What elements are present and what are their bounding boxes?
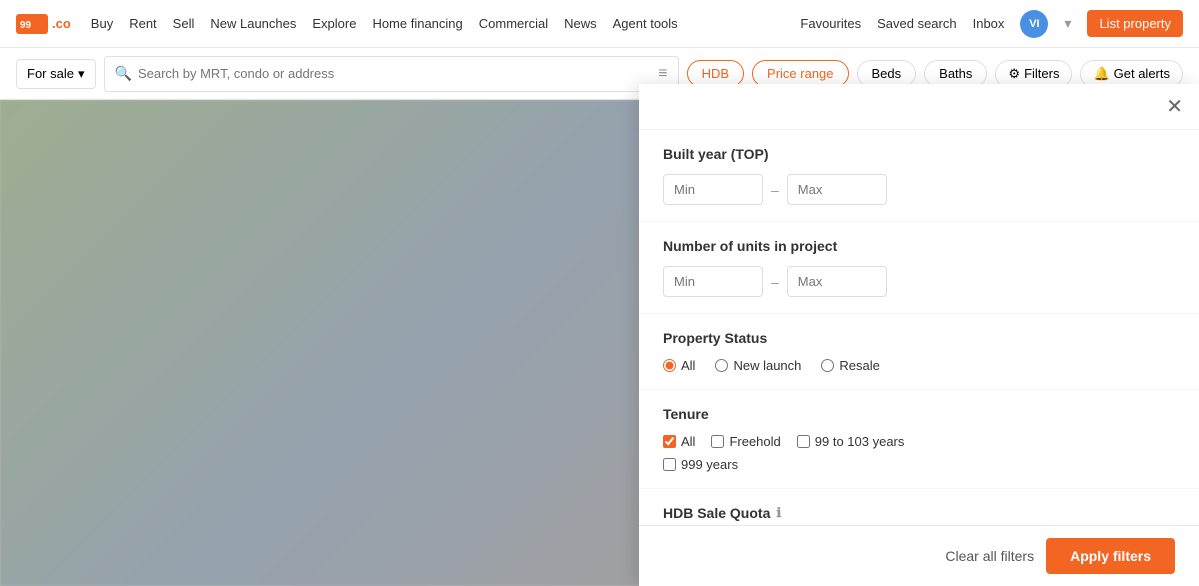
- units-label: Number of units in project: [663, 238, 1175, 254]
- built-year-max-input[interactable]: [787, 174, 887, 205]
- tenure-all-option[interactable]: All: [663, 434, 695, 449]
- bottom-action-bar: Clear all filters Apply filters: [639, 525, 1199, 586]
- units-section: Number of units in project –: [639, 222, 1199, 314]
- nav-commercial[interactable]: Commercial: [479, 16, 548, 31]
- filter-sliders-icon: ⚙: [1008, 66, 1020, 82]
- range-dash: –: [771, 182, 779, 198]
- nav-saved-search[interactable]: Saved search: [877, 16, 957, 31]
- tenure-all-label: All: [681, 434, 695, 449]
- svg-text:99: 99: [20, 20, 32, 31]
- price-range-pill-button[interactable]: Price range: [752, 60, 848, 87]
- units-min-input[interactable]: [663, 266, 763, 297]
- property-status-label: Property Status: [663, 330, 1175, 346]
- tenure-checkbox-group-2: 999 years: [663, 457, 1175, 472]
- nav-new-launches[interactable]: New Launches: [210, 16, 296, 31]
- built-year-label: Built year (TOP): [663, 146, 1175, 162]
- filter-panel: ✕ Built year (TOP) – Number of units in …: [639, 84, 1199, 586]
- tenure-freehold-checkbox[interactable]: [711, 435, 724, 448]
- nav-rent[interactable]: Rent: [129, 16, 156, 31]
- status-all-label: All: [681, 358, 695, 373]
- tenure-999-label: 999 years: [681, 457, 738, 472]
- tenure-section: Tenure All Freehold 99 to 103 years 999 …: [639, 390, 1199, 489]
- avatar[interactable]: VI: [1020, 10, 1048, 38]
- tenure-99-label: 99 to 103 years: [815, 434, 905, 449]
- nav-inbox[interactable]: Inbox: [973, 16, 1005, 31]
- tenure-label: Tenure: [663, 406, 1175, 422]
- tenure-freehold-option[interactable]: Freehold: [711, 434, 780, 449]
- status-all-option[interactable]: All: [663, 358, 695, 373]
- beds-pill-button[interactable]: Beds: [857, 60, 917, 87]
- nav-explore[interactable]: Explore: [312, 16, 356, 31]
- search-icon: 🔍: [115, 65, 132, 82]
- apply-filters-button[interactable]: Apply filters: [1046, 538, 1175, 574]
- search-input-wrap: 🔍 ≡: [104, 56, 679, 92]
- filters-label: Filters: [1024, 66, 1059, 81]
- built-year-section: Built year (TOP) –: [639, 130, 1199, 222]
- nav-buy[interactable]: Buy: [91, 16, 113, 31]
- tenure-all-checkbox[interactable]: [663, 435, 676, 448]
- built-year-min-input[interactable]: [663, 174, 763, 205]
- tenure-99-checkbox[interactable]: [797, 435, 810, 448]
- units-max-input[interactable]: [787, 266, 887, 297]
- baths-pill-button[interactable]: Baths: [924, 60, 987, 87]
- filter-lines-icon[interactable]: ≡: [658, 65, 667, 83]
- for-sale-label: For sale: [27, 66, 74, 81]
- property-status-section: Property Status All New launch Resale: [639, 314, 1199, 390]
- nav-right: Favourites Saved search Inbox VI ▾ List …: [800, 10, 1183, 38]
- top-nav: 99 .co Buy Rent Sell New Launches Explor…: [0, 0, 1199, 48]
- logo[interactable]: 99 .co: [16, 14, 71, 34]
- units-range-row: –: [663, 266, 1175, 297]
- hdb-pill-button[interactable]: HDB: [687, 60, 744, 87]
- clear-all-button[interactable]: Clear all filters: [945, 548, 1034, 564]
- search-input[interactable]: [138, 66, 652, 81]
- close-button[interactable]: ✕: [1166, 94, 1183, 119]
- nav-sell[interactable]: Sell: [173, 16, 195, 31]
- info-icon[interactable]: ℹ: [776, 505, 781, 521]
- status-new-launch-option[interactable]: New launch: [715, 358, 801, 373]
- for-sale-button[interactable]: For sale ▾: [16, 59, 96, 89]
- units-range-dash: –: [771, 274, 779, 290]
- status-resale-label: Resale: [839, 358, 879, 373]
- avatar-chevron[interactable]: ▾: [1064, 15, 1071, 32]
- filter-panel-header: ✕: [639, 84, 1199, 130]
- for-sale-chevron-icon: ▾: [78, 66, 85, 82]
- status-resale-radio[interactable]: [821, 359, 834, 372]
- nav-favourites[interactable]: Favourites: [800, 16, 861, 31]
- tenure-999-checkbox[interactable]: [663, 458, 676, 471]
- nav-news[interactable]: News: [564, 16, 597, 31]
- list-property-button[interactable]: List property: [1087, 10, 1183, 37]
- property-status-radio-group: All New launch Resale: [663, 358, 1175, 373]
- tenure-freehold-label: Freehold: [729, 434, 780, 449]
- tenure-99-option[interactable]: 99 to 103 years: [797, 434, 905, 449]
- tenure-checkbox-group: All Freehold 99 to 103 years: [663, 434, 1175, 449]
- bell-icon: 🔔: [1093, 66, 1109, 82]
- status-new-launch-radio[interactable]: [715, 359, 728, 372]
- nav-agent-tools[interactable]: Agent tools: [613, 16, 678, 31]
- logo-text: .co: [52, 16, 71, 31]
- tenure-999-option[interactable]: 999 years: [663, 457, 738, 472]
- nav-home-financing[interactable]: Home financing: [372, 16, 462, 31]
- nav-links: Buy Rent Sell New Launches Explore Home …: [91, 16, 678, 31]
- hdb-quota-label: HDB Sale Quota ℹ: [663, 505, 1175, 521]
- status-resale-option[interactable]: Resale: [821, 358, 879, 373]
- alerts-label: Get alerts: [1114, 66, 1170, 81]
- status-new-launch-label: New launch: [733, 358, 801, 373]
- status-all-radio[interactable]: [663, 359, 676, 372]
- built-year-range-row: –: [663, 174, 1175, 205]
